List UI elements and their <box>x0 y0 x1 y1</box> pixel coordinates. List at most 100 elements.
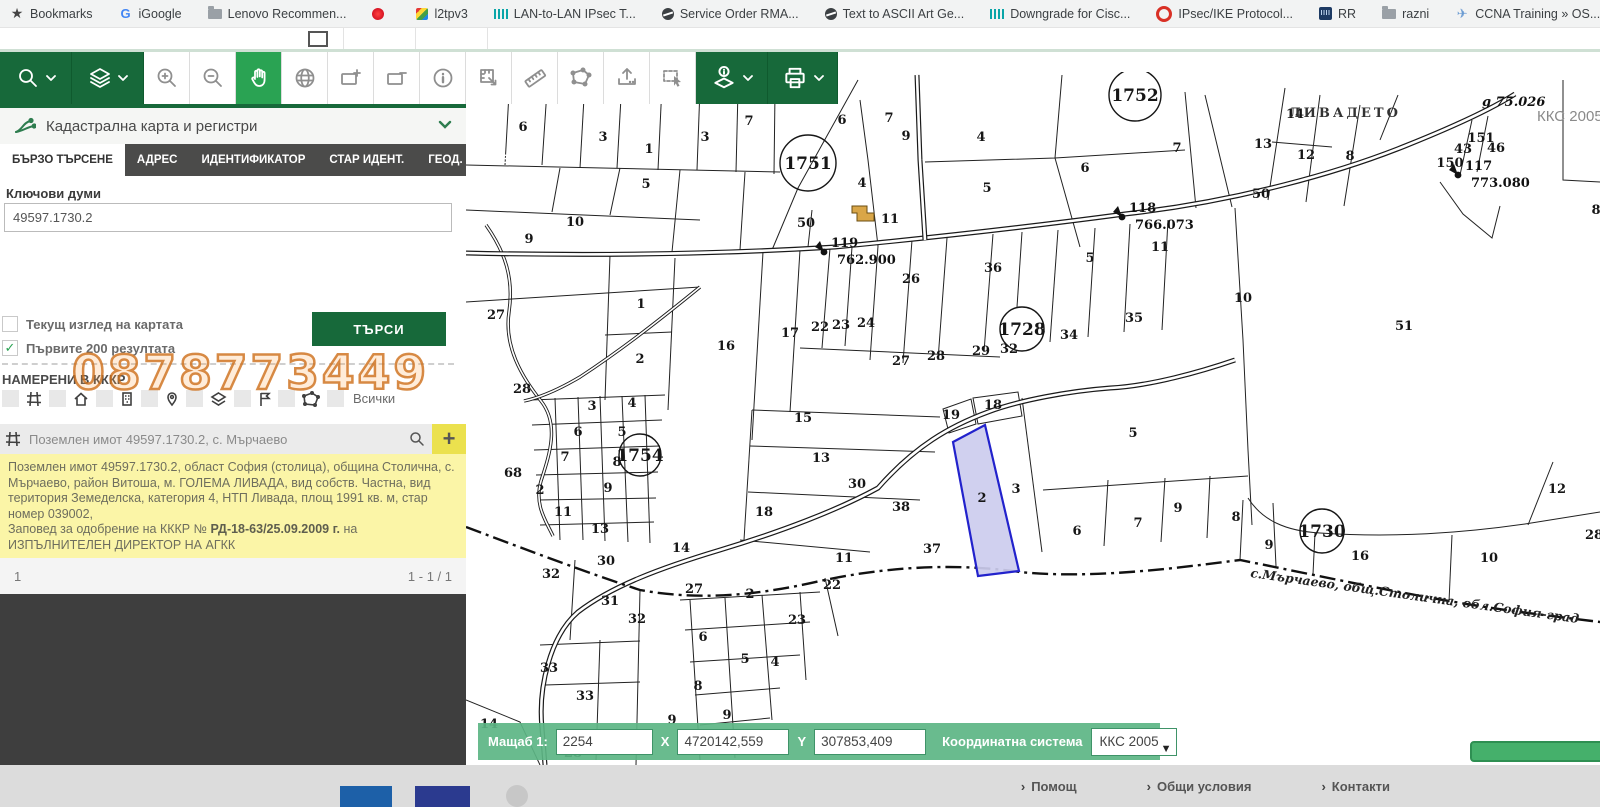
search-button[interactable]: ТЪРСИ <box>312 312 446 346</box>
result-description: Поземлен имот 49597.1730.2, област София… <box>0 454 466 558</box>
result-item-header[interactable]: Поземлен имот 49597.1730.2, с. Мърчаево … <box>0 424 466 454</box>
svg-text:8: 8 <box>1345 149 1354 164</box>
add-result-button[interactable]: + <box>432 424 466 454</box>
svg-text:27: 27 <box>685 582 703 597</box>
chevron-down-icon <box>118 74 128 82</box>
filter-checkbox[interactable] <box>278 390 295 407</box>
svg-text:33: 33 <box>576 689 594 704</box>
keywords-label: Ключови думи <box>6 186 101 201</box>
filter-checkbox[interactable] <box>186 390 203 407</box>
info-icon <box>431 66 455 90</box>
svg-text:27: 27 <box>892 354 910 369</box>
tab-quick-search[interactable]: БЪРЗО ТЪРСЕНЕ <box>0 144 125 176</box>
search-tool-button[interactable] <box>0 52 72 104</box>
bookmark-item[interactable]: ★Bookmarks <box>10 7 93 21</box>
scale-input[interactable] <box>556 729 653 755</box>
chevron-down-icon[interactable] <box>438 117 452 135</box>
pan-tool-button[interactable] <box>236 52 282 104</box>
page-range: 1 - 1 / 1 <box>408 569 452 584</box>
filter-checkbox[interactable] <box>49 390 66 407</box>
page-strip <box>0 28 1600 49</box>
svg-text:6: 6 <box>837 113 846 128</box>
crs-select[interactable]: ККС 2005 ▼ <box>1091 728 1177 756</box>
svg-text:7: 7 <box>560 450 569 465</box>
zoom-box-in-button[interactable] <box>328 52 374 104</box>
svg-text:12: 12 <box>1297 148 1315 163</box>
bookmark-item[interactable]: GiGoogle <box>119 7 182 21</box>
svg-text:51: 51 <box>1395 319 1413 334</box>
y-coordinate-input[interactable] <box>814 729 926 755</box>
checkbox-label: Първите 200 резултата <box>26 341 175 356</box>
footer-link-terms[interactable]: ›Общи условия <box>1147 779 1252 794</box>
page-number[interactable]: 1 <box>14 569 21 584</box>
filter-checkbox[interactable] <box>234 390 251 407</box>
overview-map-toggle[interactable] <box>1470 741 1600 762</box>
select-features-button[interactable] <box>650 52 696 104</box>
footer-link-help[interactable]: ›Помощ <box>1021 779 1077 794</box>
zoom-in-button[interactable] <box>144 52 190 104</box>
bookmark-item[interactable]: ✈CCNA Training » OS... <box>1455 7 1600 21</box>
chevron-down-icon <box>46 74 56 82</box>
zoom-to-result-button[interactable] <box>408 430 426 448</box>
zoom-out-button[interactable] <box>190 52 236 104</box>
print-button[interactable] <box>768 52 838 104</box>
bookmark-item[interactable]: l2tpv3 <box>416 7 467 21</box>
bookmark-item[interactable] <box>372 8 390 20</box>
plane-icon: ✈ <box>1455 7 1469 21</box>
tab-identifier[interactable]: ИДЕНТИФИКАТОР <box>189 144 317 176</box>
info-button[interactable] <box>420 52 466 104</box>
tab-geod-base[interactable]: ГЕОД. ОСНОВА <box>416 144 528 176</box>
search-sidebar: Кадастрална карта и регистри БЪРЗО ТЪРСЕ… <box>0 104 466 765</box>
bookmark-item[interactable]: IPsec/IKE Protocol... <box>1156 6 1293 22</box>
map-canvas[interactable]: 6313751092728126794455011675112636141312… <box>466 72 1600 765</box>
svg-text:23: 23 <box>788 613 806 628</box>
sidebar-header[interactable]: Кадастрална карта и регистри <box>0 104 466 144</box>
identify-layers-button[interactable] <box>696 52 768 104</box>
filter-checkbox[interactable] <box>96 390 113 407</box>
pin-icon <box>165 391 179 407</box>
svg-text:2: 2 <box>745 587 754 602</box>
bookmark-item[interactable]: Lenovo Recommen... <box>208 7 347 21</box>
svg-text:773.080: 773.080 <box>1471 176 1530 191</box>
bookmark-item[interactable]: Downgrade for Cisc... <box>990 7 1130 21</box>
measure-area-button[interactable] <box>466 52 512 104</box>
cadastral-map[interactable]: 6313751092728126794455011675112636141312… <box>466 72 1600 765</box>
tab-address[interactable]: АДРЕС <box>125 144 190 176</box>
filter-checkbox[interactable] <box>141 390 158 407</box>
svg-text:11: 11 <box>554 505 572 520</box>
upload-button[interactable] <box>604 52 650 104</box>
checkbox-checked[interactable]: ✓ <box>2 340 18 356</box>
footer-link-contacts[interactable]: ›Контакти <box>1321 779 1390 794</box>
filter-checkbox[interactable] <box>2 390 19 407</box>
layers-button[interactable] <box>72 52 144 104</box>
svg-text:22: 22 <box>811 320 829 335</box>
svg-text:11: 11 <box>881 212 899 227</box>
svg-text:16: 16 <box>1351 549 1369 564</box>
bookmark-item[interactable]: razni <box>1382 7 1429 21</box>
zoom-box-out-button[interactable] <box>374 52 420 104</box>
svg-text:1: 1 <box>644 142 653 157</box>
arrow-icon: › <box>1147 779 1151 794</box>
draw-polygon-button[interactable] <box>558 52 604 104</box>
page-footer: ›Помощ ›Общи условия ›Контакти <box>0 765 1600 807</box>
cisco-icon <box>990 9 1004 19</box>
svg-text:33: 33 <box>540 661 558 676</box>
globe-icon <box>293 66 317 90</box>
filter-checkbox[interactable] <box>327 390 344 407</box>
svg-text:30: 30 <box>848 477 866 492</box>
keywords-input[interactable] <box>4 203 452 232</box>
svg-text:9: 9 <box>1173 501 1182 516</box>
svg-text:28: 28 <box>1585 528 1600 543</box>
polygon-icon <box>569 66 593 90</box>
measure-distance-button[interactable] <box>512 52 558 104</box>
bookmark-item[interactable]: Text to ASCII Art Ge... <box>825 7 965 21</box>
building-symbol <box>852 206 874 221</box>
x-coordinate-input[interactable] <box>677 729 789 755</box>
bookmark-item[interactable]: RR <box>1319 7 1356 21</box>
result-order-number: РД-18-63/25.09.2009 г. <box>210 522 340 536</box>
full-extent-button[interactable] <box>282 52 328 104</box>
tab-old-ident[interactable]: СТАР ИДЕНТ. <box>317 144 416 176</box>
checkbox-unchecked[interactable] <box>2 316 18 332</box>
bookmark-item[interactable]: LAN-to-LAN IPsec T... <box>494 7 636 21</box>
bookmark-item[interactable]: Service Order RMA... <box>662 7 799 21</box>
